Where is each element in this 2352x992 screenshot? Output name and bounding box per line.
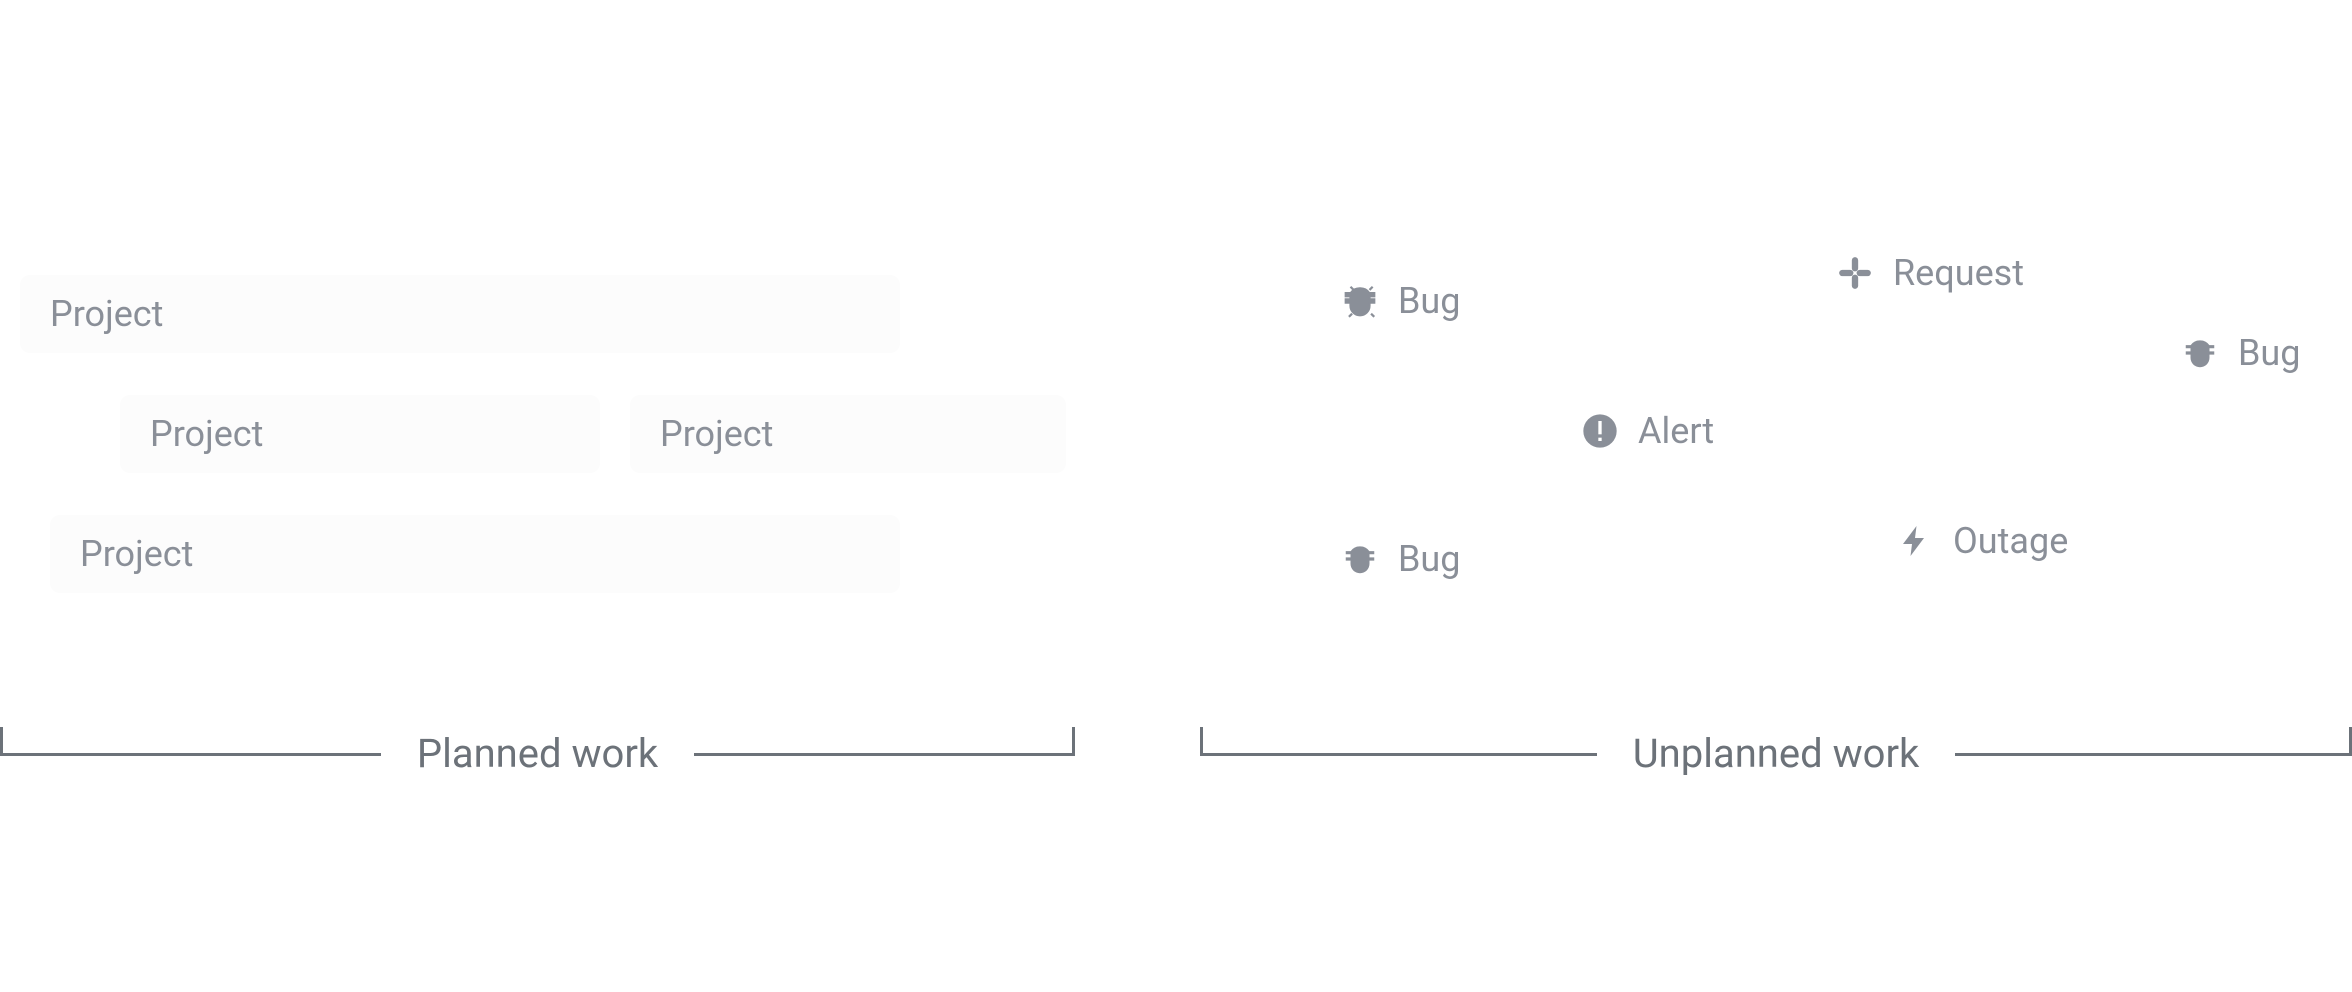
unplanned-item-request: Request xyxy=(1835,252,2024,294)
unplanned-scatter: Bug Request Bug xyxy=(1200,0,2352,992)
bracket-line xyxy=(1955,734,2352,774)
gantt-row: Project xyxy=(20,275,1080,353)
planned-bracket: Planned work xyxy=(0,730,1075,777)
section-label-unplanned: Unplanned work xyxy=(1627,730,1926,777)
bracket-line xyxy=(0,734,381,774)
request-icon xyxy=(1835,253,1875,293)
project-card: Project xyxy=(50,515,900,593)
unplanned-item-label: Bug xyxy=(1398,280,1461,322)
project-card-label: Project xyxy=(660,413,773,455)
unplanned-item-bug: Bug xyxy=(1340,538,1461,580)
project-card-label: Project xyxy=(150,413,263,455)
project-card: Project xyxy=(20,275,900,353)
bug-icon xyxy=(2180,333,2220,373)
unplanned-item-outage: Outage xyxy=(1895,520,2068,562)
project-card: Project xyxy=(120,395,600,473)
planned-gantt: Project Project Project Project xyxy=(20,275,1080,593)
unplanned-item-label: Bug xyxy=(2238,332,2301,374)
gantt-row: Project Project xyxy=(20,395,1080,473)
unplanned-item-label: Bug xyxy=(1398,538,1461,580)
unplanned-bracket: Unplanned work xyxy=(1200,730,2352,777)
gantt-row: Project xyxy=(20,515,1080,593)
bug-icon xyxy=(1340,281,1380,321)
unplanned-item-bug: Bug xyxy=(2180,332,2301,374)
project-card-label: Project xyxy=(50,293,163,335)
planned-column: Project Project Project Project xyxy=(0,0,1080,992)
outage-icon xyxy=(1895,521,1935,561)
diagram-root: Project Project Project Project xyxy=(0,0,2352,992)
section-label-planned: Planned work xyxy=(411,730,664,777)
bracket-line xyxy=(1200,734,1597,774)
unplanned-item-label: Alert xyxy=(1638,410,1714,452)
bracket-line xyxy=(694,734,1075,774)
project-card: Project xyxy=(630,395,1066,473)
unplanned-column: Bug Request Bug xyxy=(1200,0,2352,992)
project-card-label: Project xyxy=(80,533,193,575)
unplanned-item-alert: Alert xyxy=(1580,410,1714,452)
unplanned-item-label: Outage xyxy=(1953,520,2068,562)
bug-icon xyxy=(1340,539,1380,579)
unplanned-item-bug: Bug xyxy=(1340,280,1461,322)
alert-icon xyxy=(1580,411,1620,451)
unplanned-item-label: Request xyxy=(1893,252,2024,294)
